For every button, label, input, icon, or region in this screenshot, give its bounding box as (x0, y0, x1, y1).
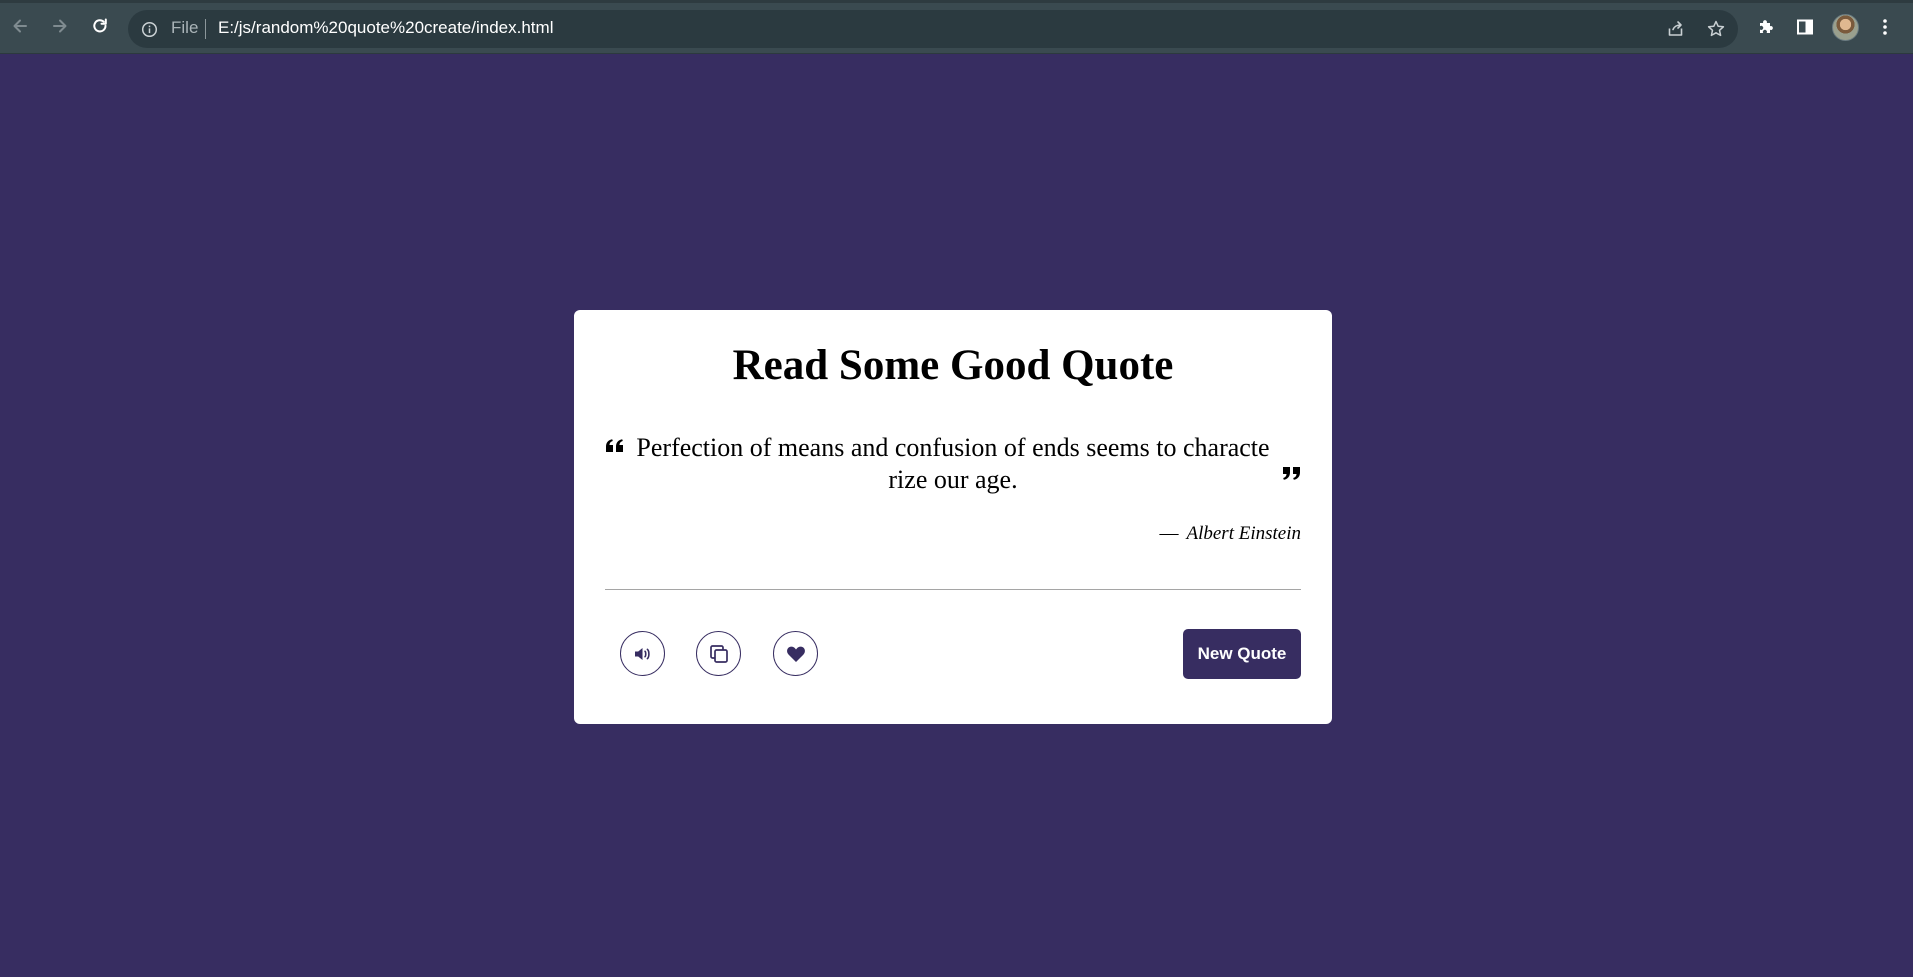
address-url[interactable]: E:/js/random%20quote%20create/index.html (218, 18, 553, 38)
speaker-icon (634, 647, 650, 660)
arrow-right-icon (53, 19, 67, 33)
page-title: Read Some Good Quote (732, 342, 1174, 389)
side-panel-button[interactable] (1791, 13, 1819, 41)
tab-strip-edge (0, 0, 1913, 3)
speak-button[interactable] (620, 631, 665, 676)
side-panel-icon (1797, 19, 1813, 35)
share-icon[interactable] (1666, 19, 1686, 39)
reload-icon (93, 18, 107, 33)
menu-button[interactable] (1871, 13, 1899, 41)
kebab-menu-icon (1883, 19, 1887, 35)
divider (605, 589, 1301, 590)
address-bar[interactable]: File E:/js/random%20quote%20create/index… (128, 10, 1738, 48)
author-row: — Albert Einstein (1159, 523, 1301, 545)
author-name: Albert Einstein (1186, 523, 1301, 544)
quote-right-icon (1283, 467, 1300, 480)
like-button[interactable] (773, 631, 818, 676)
copy-button[interactable] (696, 631, 741, 676)
heart-icon (786, 646, 805, 662)
browser-toolbar: File E:/js/random%20quote%20create/index… (0, 0, 1913, 54)
extensions-button[interactable] (1752, 13, 1780, 41)
reload-button[interactable] (86, 12, 114, 40)
address-separator (205, 19, 206, 39)
back-button[interactable] (6, 12, 34, 40)
address-scheme: File (171, 18, 199, 37)
arrow-left-icon (13, 19, 27, 33)
copy-icon (709, 644, 728, 663)
quote-left-icon (606, 439, 623, 452)
star-icon[interactable] (1706, 19, 1726, 39)
quote-text: Perfection of means and confusion of end… (636, 433, 1270, 494)
new-quote-button[interactable]: New Quote (1183, 629, 1301, 679)
quote-card: Read Some Good Quote Perfection of means… (574, 310, 1332, 724)
profile-avatar[interactable] (1832, 14, 1859, 41)
puzzle-icon (1760, 20, 1773, 33)
forward-button[interactable] (46, 12, 74, 40)
info-icon[interactable] (140, 20, 158, 38)
author-dash: — (1159, 523, 1179, 544)
